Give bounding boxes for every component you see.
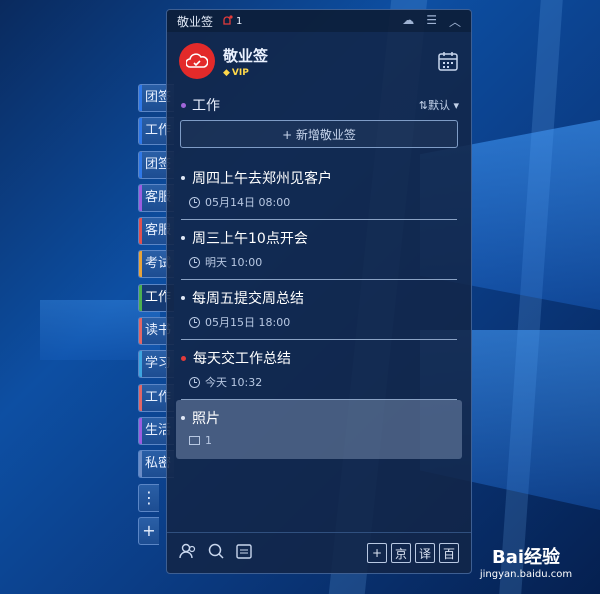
sort-dropdown[interactable]: ⇅默认 ▾: [419, 97, 459, 113]
vip-badge: ◆ VIP: [223, 67, 249, 78]
section-color-dot: [181, 102, 186, 108]
menu-icon[interactable]: ☰: [426, 13, 437, 30]
user-name: 敬业签: [223, 46, 269, 65]
item-title: 每周五提交周总结: [192, 291, 304, 307]
clock-icon: [189, 316, 200, 328]
calendar-list-icon[interactable]: [235, 542, 253, 564]
translate-button[interactable]: 译: [415, 543, 435, 563]
jing-button[interactable]: 京: [391, 543, 411, 563]
main-window: 敬业签 1 ☁ ☰ ︿ 敬业签 ◆ VIP 工作 ⇅默认 ▾ + 新增敬业签 周四…: [166, 9, 472, 574]
note-list: 周四上午去郑州见客户 05月14日 08:00 周三上午10点开会 明天 10:…: [167, 160, 471, 459]
user-header: 敬业签 ◆ VIP: [167, 32, 471, 90]
add-tab-button[interactable]: +: [138, 516, 159, 545]
list-item[interactable]: 每天交工作总结 今天 10:32: [181, 340, 457, 400]
item-image-count: 1: [205, 434, 212, 447]
search-icon[interactable]: [207, 542, 225, 564]
bell-icon[interactable]: [221, 15, 233, 27]
clock-icon: [189, 196, 200, 208]
item-title: 每天交工作总结: [193, 351, 291, 367]
list-item-selected[interactable]: 照片 1: [176, 400, 462, 459]
item-time: 05月15日 18:00: [205, 316, 291, 329]
list-item[interactable]: 周三上午10点开会 明天 10:00: [181, 220, 457, 280]
window-title: 敬业签: [177, 14, 214, 29]
collapse-icon[interactable]: ︿: [449, 13, 461, 30]
clock-icon: [189, 256, 200, 268]
contacts-icon[interactable]: [179, 542, 197, 564]
diamond-icon: ◆: [223, 67, 230, 78]
list-item[interactable]: 周四上午去郑州见客户 05月14日 08:00: [181, 160, 457, 220]
add-note-button[interactable]: + 新增敬业签: [180, 120, 458, 148]
baidu-watermark: Bai经验 jingyan.baidu.com: [479, 547, 573, 580]
item-time: 05月14日 08:00: [205, 196, 291, 209]
item-title: 周四上午去郑州见客户: [192, 171, 332, 187]
list-item[interactable]: 每周五提交周总结 05月15日 18:00: [181, 280, 457, 340]
item-time: 明天 10:00: [205, 256, 263, 269]
clock-icon: [189, 376, 200, 388]
notification-count: 1: [236, 15, 243, 27]
image-icon: [189, 436, 200, 445]
item-title: 照片: [192, 411, 220, 427]
cloud-icon[interactable]: ☁: [402, 13, 414, 30]
item-title: 周三上午10点开会: [192, 231, 308, 247]
avatar[interactable]: [179, 43, 215, 79]
title-bar: 敬业签 1 ☁ ☰ ︿: [167, 10, 471, 32]
section-title: 工作: [192, 98, 220, 114]
item-time: 今天 10:32: [205, 376, 263, 389]
calendar-icon[interactable]: [437, 50, 459, 72]
section-header: 工作 ⇅默认 ▾: [167, 90, 471, 120]
baidu-button[interactable]: 百: [439, 543, 459, 563]
more-tabs-button[interactable]: ⋮: [138, 483, 159, 512]
footer-toolbar: + 京 译 百: [167, 532, 471, 573]
add-footer-button[interactable]: +: [367, 543, 387, 563]
